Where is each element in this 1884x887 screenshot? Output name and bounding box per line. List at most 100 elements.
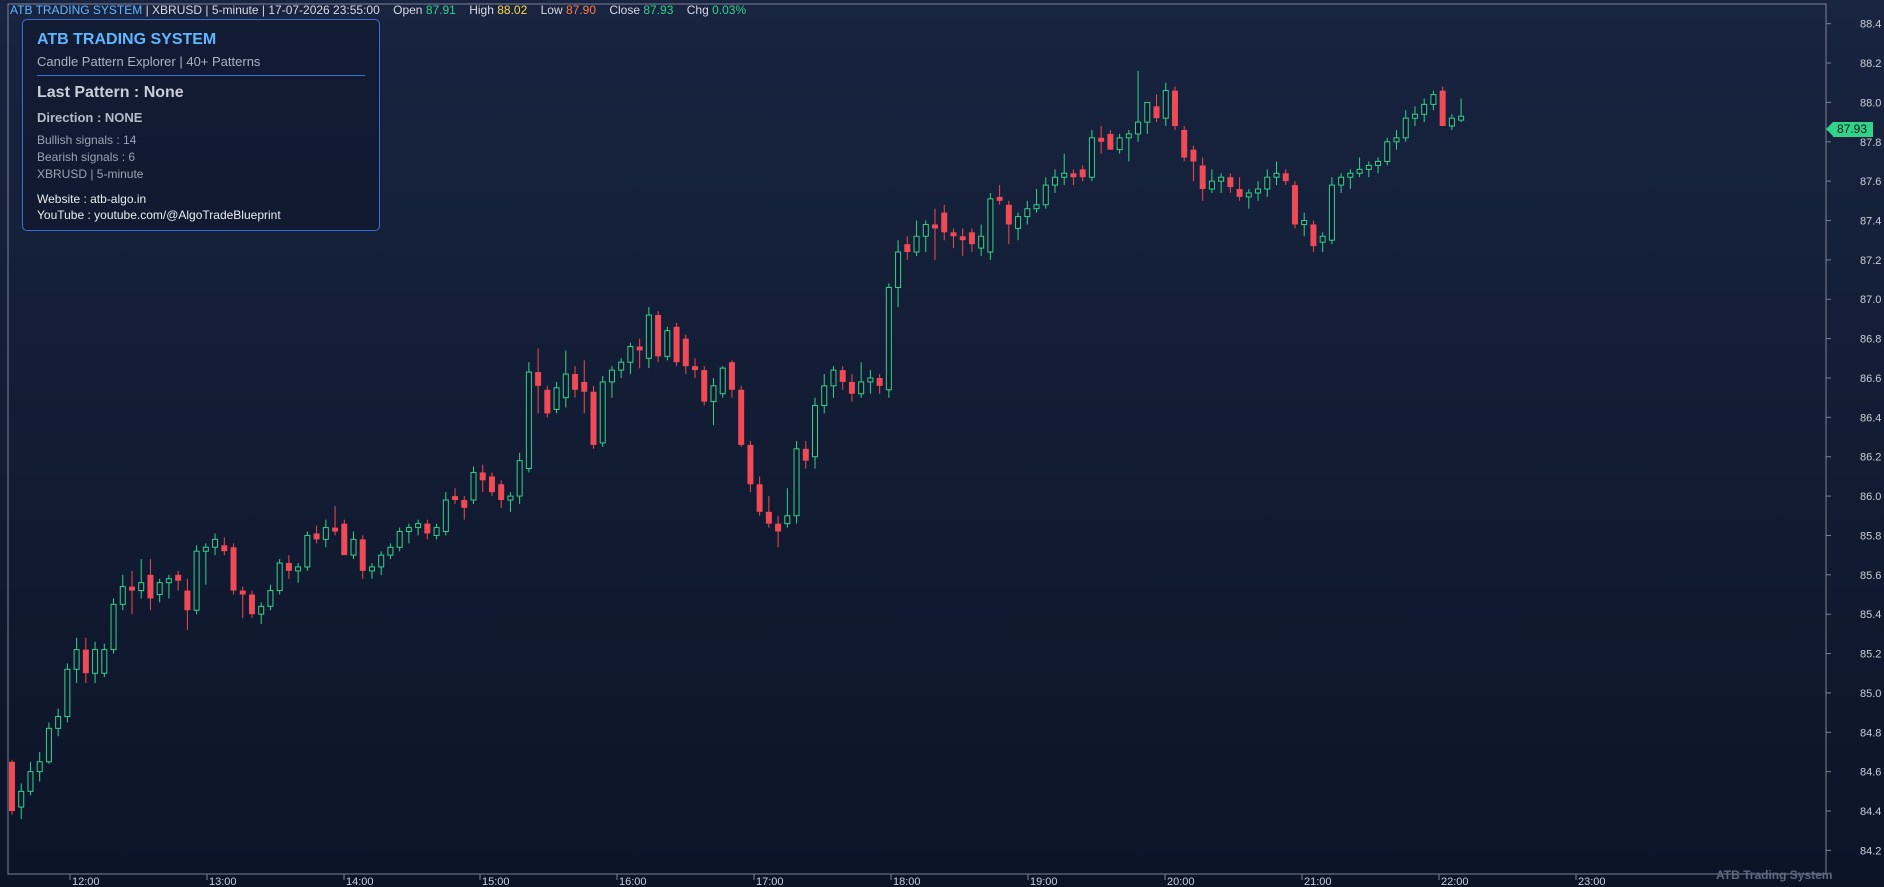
candle: [27, 761, 34, 796]
low-value: 87.90: [565, 3, 596, 17]
price-tick-label: 87.8: [1860, 137, 1881, 149]
candle: [1153, 94, 1160, 123]
candle-body: [45, 727, 52, 763]
candle: [959, 228, 966, 256]
candle: [378, 551, 385, 575]
candle-body: [1227, 177, 1234, 188]
candle: [1264, 169, 1271, 197]
candle: [221, 537, 228, 556]
candle: [285, 555, 292, 579]
last-pattern: Last Pattern : None: [37, 84, 184, 101]
candle-body: [1144, 101, 1151, 123]
candle-body: [322, 527, 329, 540]
candle-body: [959, 236, 966, 241]
candle: [553, 381, 560, 414]
candle-body: [922, 223, 929, 237]
candle: [9, 759, 15, 815]
candle: [1448, 114, 1455, 130]
candle-body: [701, 370, 708, 402]
candle-body: [341, 523, 348, 556]
candle-body: [221, 545, 228, 552]
candle: [1107, 129, 1114, 150]
candle: [128, 570, 135, 615]
candle: [1393, 129, 1400, 150]
candle-body: [27, 771, 34, 792]
candle-body: [18, 790, 25, 808]
candle-body: [747, 444, 754, 485]
candle-body: [378, 554, 385, 568]
candle: [968, 228, 975, 253]
candle-body: [904, 244, 911, 253]
time-axis[interactable]: 12:00 13:00 14:00 15:00 16:00 17:00 18:00 19:00…: [69, 874, 1606, 887]
candle-body: [442, 499, 449, 533]
candle: [1421, 98, 1428, 123]
candle-body: [1199, 165, 1206, 190]
candle: [138, 559, 145, 599]
candle: [267, 584, 274, 611]
candle-body: [1051, 176, 1058, 186]
candle: [258, 602, 265, 625]
candle: [1245, 189, 1252, 209]
youtube-link[interactable]: YouTube : youtube.com/@AlgoTradeBlueprin…: [37, 208, 281, 222]
price-tick-label: 85.6: [1860, 570, 1881, 582]
candle-body: [387, 546, 394, 556]
candle-body: [1310, 224, 1317, 247]
candle: [1375, 157, 1382, 174]
candle: [498, 480, 505, 508]
candle-body: [618, 361, 625, 371]
time-tick-label: 14:00: [346, 876, 374, 887]
website-link[interactable]: Website : atb-algo.in: [37, 192, 146, 206]
candle-body: [673, 326, 680, 363]
chg-label: Chg: [686, 3, 709, 17]
candle: [1218, 173, 1225, 193]
chg-value: 0.03%: [712, 3, 747, 17]
candle: [64, 663, 71, 723]
candle-body: [295, 566, 302, 572]
candle-body: [1033, 204, 1040, 210]
candle: [92, 641, 99, 684]
price-tick-label: 84.8: [1860, 727, 1881, 739]
price-axis[interactable]: 84.2 84.4 84.6 84.8 85.0 85.2 85.4 85.6 85.8 86.0…: [1826, 19, 1881, 858]
candle: [165, 574, 172, 599]
candle: [239, 586, 246, 619]
candle: [1070, 169, 1077, 186]
candle: [156, 578, 163, 603]
candle-body: [1015, 216, 1022, 229]
candle: [848, 374, 855, 402]
candle-body: [858, 381, 865, 395]
candle-body: [276, 562, 283, 592]
candle-body: [433, 527, 440, 536]
candle-body: [175, 574, 182, 581]
price-tick-label: 87.2: [1860, 255, 1881, 267]
candle: [1190, 145, 1197, 182]
candle: [978, 224, 985, 256]
candle-body: [1245, 192, 1252, 198]
candle: [1005, 200, 1012, 245]
time-tick-label: 15:00: [482, 876, 510, 887]
candle: [322, 519, 329, 548]
candle: [830, 366, 837, 398]
candle: [1356, 157, 1363, 178]
candle-body: [396, 531, 403, 548]
candle-body: [1282, 173, 1289, 182]
candle: [313, 525, 320, 544]
high-value: 88.02: [497, 3, 528, 17]
candle-body: [64, 668, 71, 718]
info-subtitle: Candle Pattern Explorer | 40+ Patterns: [37, 54, 261, 69]
candle: [1181, 126, 1188, 162]
candle: [581, 360, 588, 414]
candle: [396, 527, 403, 552]
candle: [1411, 106, 1418, 127]
candle: [479, 464, 486, 493]
candle: [599, 376, 606, 447]
candle: [1255, 181, 1262, 201]
candle-body: [1005, 204, 1012, 225]
candle-body: [285, 563, 292, 571]
candle: [304, 531, 311, 571]
candle: [82, 637, 89, 684]
candle-body: [184, 590, 191, 611]
price-tick-label: 85.4: [1860, 609, 1881, 621]
candle-body: [830, 369, 837, 387]
candle: [405, 523, 412, 544]
candle: [876, 374, 883, 394]
